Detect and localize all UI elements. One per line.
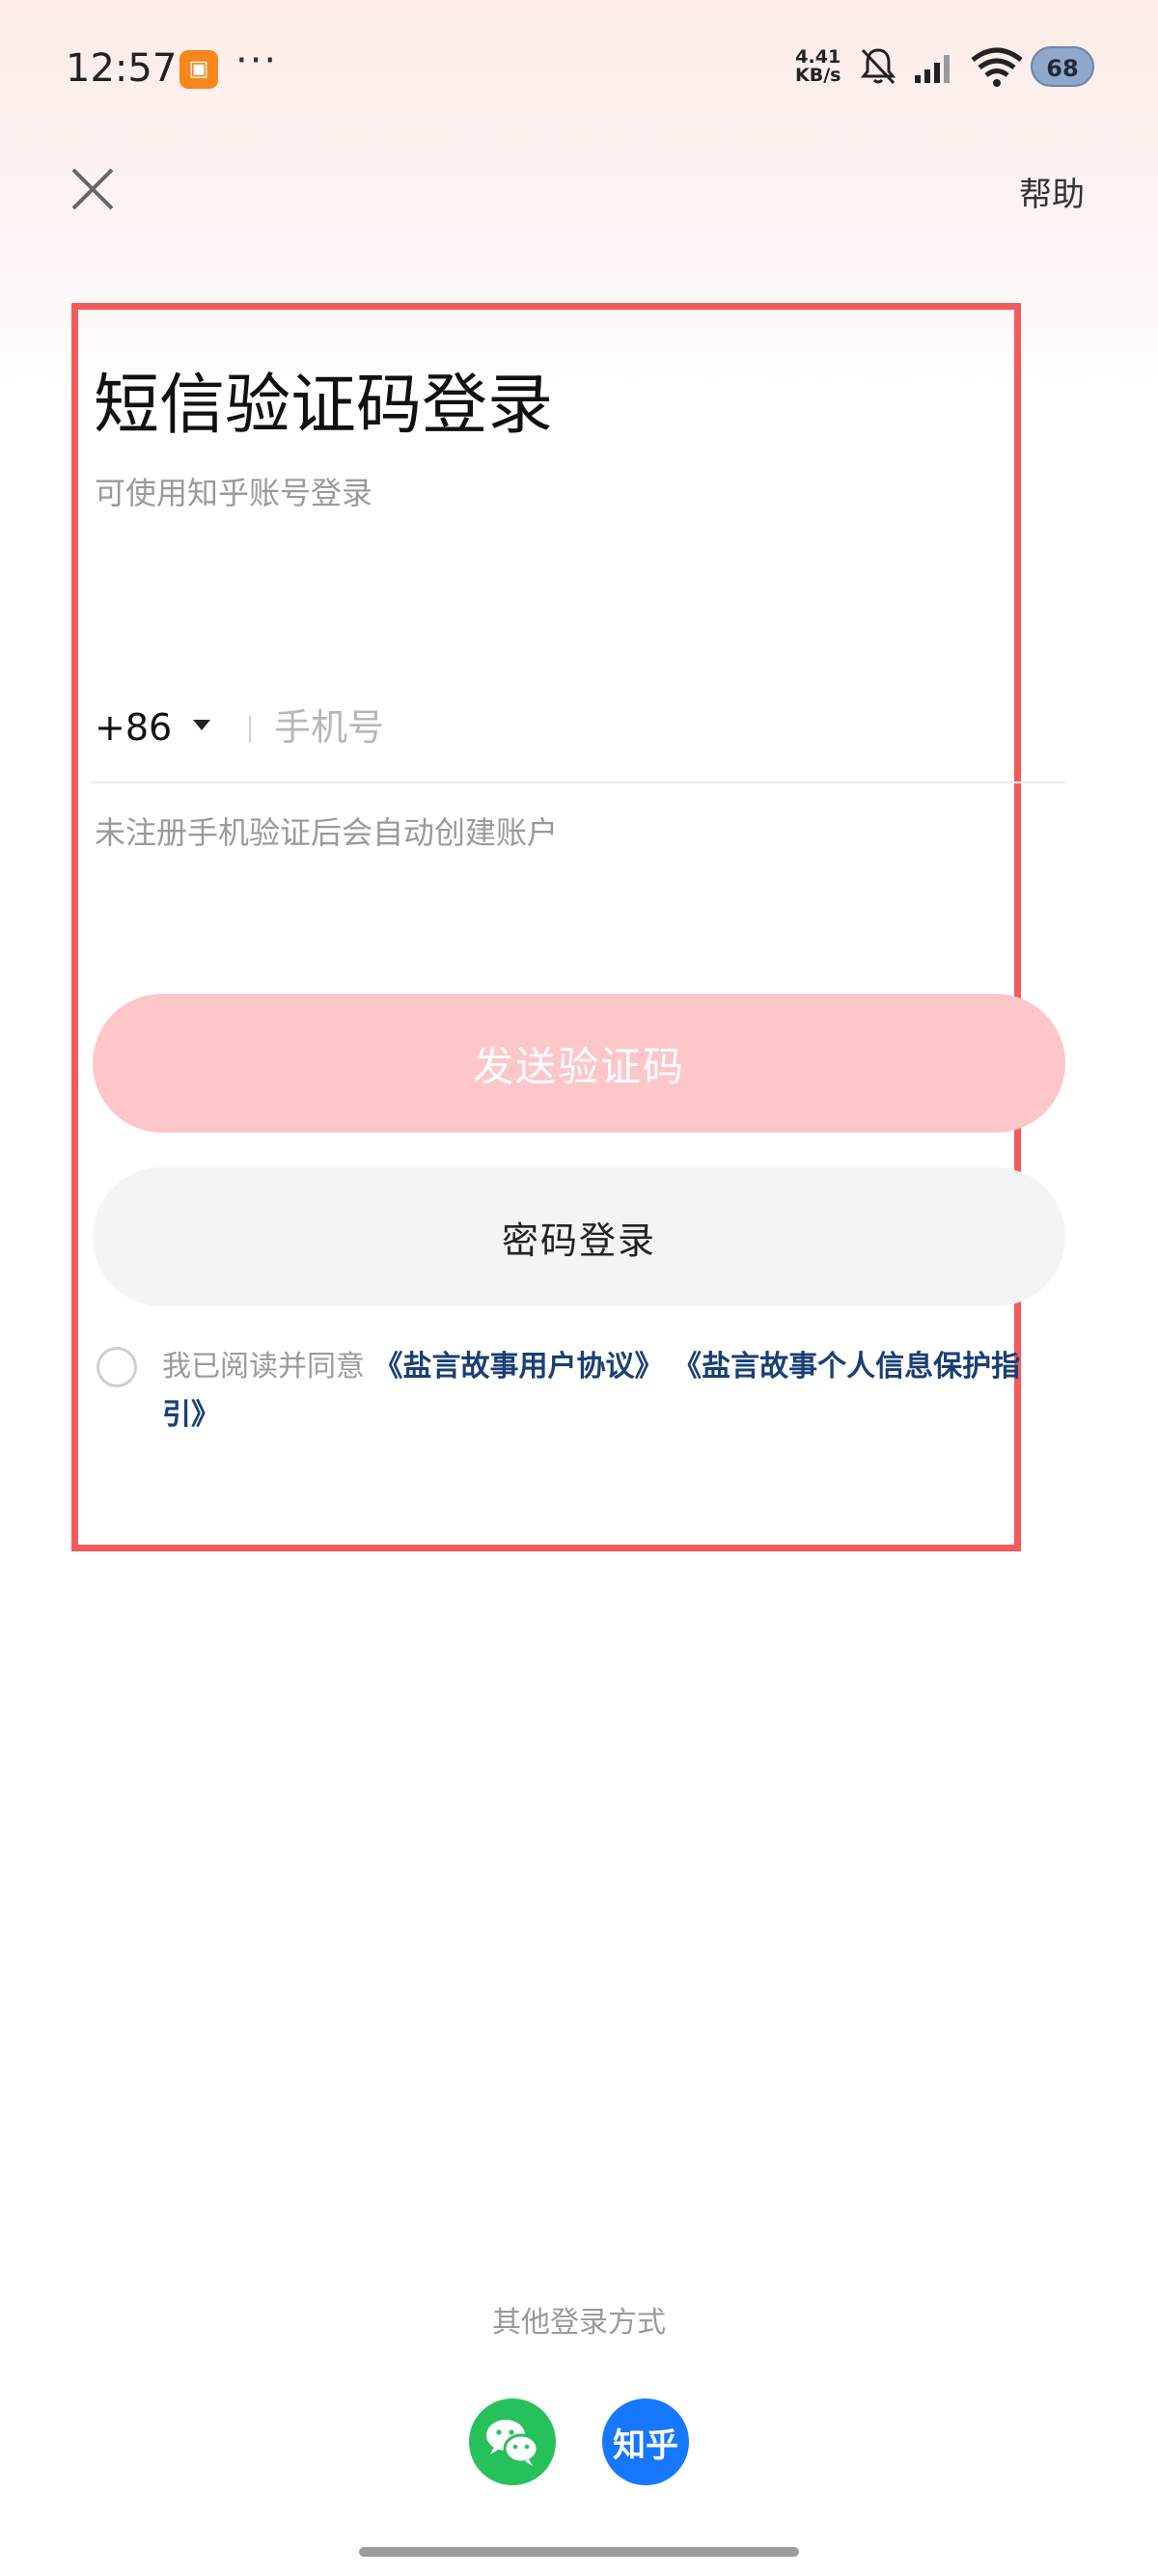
- net-speed-unit: KB/s: [795, 65, 841, 86]
- register-hint: 未注册手机验证后会自动创建账户: [95, 814, 559, 851]
- wifi-icon: [971, 47, 1023, 87]
- page-title: 短信验证码登录: [94, 368, 554, 444]
- help-link[interactable]: 帮助: [1019, 168, 1085, 215]
- zhihu-login-button[interactable]: 知乎: [602, 2398, 689, 2485]
- user-agreement-link[interactable]: 《盐言故事用户协议》: [374, 1350, 664, 1384]
- input-underline: [91, 781, 1065, 783]
- send-code-button[interactable]: 发送验证码: [93, 994, 1065, 1133]
- app-notification-icon: ▣: [179, 50, 218, 89]
- agreement-checkbox[interactable]: [96, 1347, 137, 1387]
- page-subtitle: 可使用知乎账号登录: [95, 475, 373, 511]
- home-indicator[interactable]: [359, 2547, 799, 2557]
- agreement-text: 我已阅读并同意 《盐言故事用户协议》 《盐言故事个人信息保护指引》: [162, 1343, 1060, 1439]
- password-login-button[interactable]: 密码登录: [93, 1167, 1065, 1306]
- close-icon[interactable]: [68, 164, 118, 214]
- caret-down-icon[interactable]: [193, 720, 210, 730]
- bell-off-icon: [860, 48, 896, 85]
- other-login-label: 其他登录方式: [492, 2306, 666, 2340]
- agreement-prefix: 我已阅读并同意: [162, 1350, 365, 1384]
- country-code-selector[interactable]: +86: [95, 706, 172, 749]
- more-notifications-icon: ···: [235, 39, 279, 83]
- wechat-login-button[interactable]: [469, 2398, 556, 2485]
- field-divider: [249, 716, 251, 743]
- status-time: 12:57: [66, 46, 178, 91]
- net-speed: 4.41 KB/s: [795, 48, 841, 85]
- phone-input[interactable]: [274, 706, 1046, 749]
- wechat-icon: [486, 2420, 539, 2466]
- battery-indicator: 68: [1031, 46, 1094, 87]
- signal-icon: [915, 55, 950, 83]
